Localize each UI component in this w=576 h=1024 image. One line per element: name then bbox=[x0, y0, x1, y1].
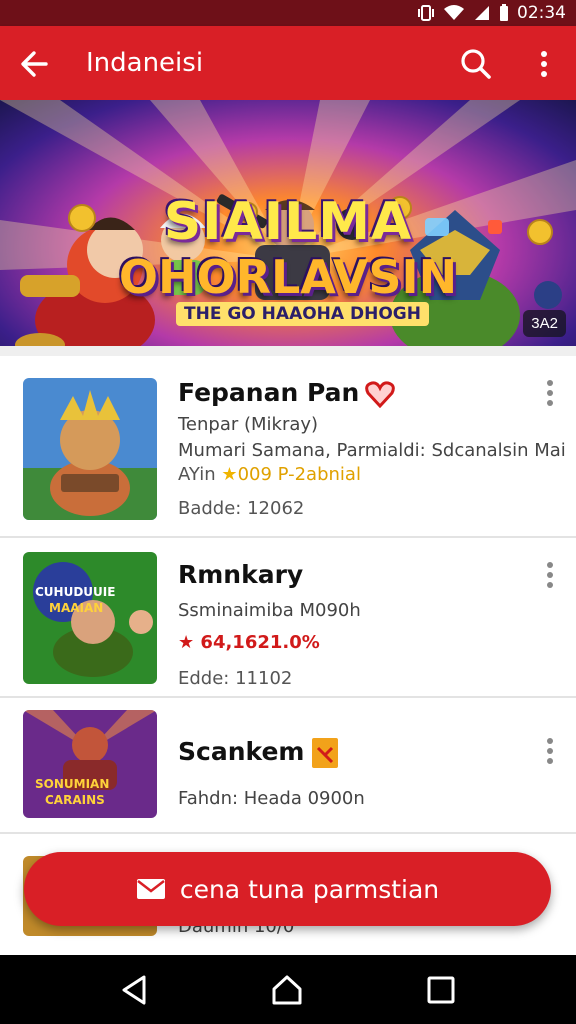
banner-title-line1: SIAILMA bbox=[163, 192, 413, 252]
price-value: 64,1621.0% bbox=[200, 632, 320, 653]
item-title-text: Scankem bbox=[178, 737, 305, 766]
contact-button[interactable]: cena tuna parmstian bbox=[24, 852, 551, 926]
item-size: Badde: 12062 bbox=[178, 498, 305, 519]
contact-button-label: cena tuna parmstian bbox=[179, 874, 440, 904]
app-bar: Indaneisi bbox=[0, 26, 576, 100]
heart-badge-icon bbox=[365, 381, 396, 408]
tiger-thumbnail-art bbox=[23, 378, 157, 520]
app-bar-title: Indaneisi bbox=[86, 48, 204, 78]
thumb-text: CUHUDUUIE bbox=[35, 585, 115, 599]
item-price: ★ 64,1621.0% bbox=[178, 632, 320, 653]
status-icons: 02:34 bbox=[417, 3, 566, 23]
item-thumbnail: CUHUDUUIE MAAIAN bbox=[23, 552, 157, 684]
item-thumbnail: SONUMIAN CARAINS bbox=[23, 710, 157, 818]
item-size: Edde: 11102 bbox=[178, 668, 293, 689]
item-title: Fepanan Pan bbox=[178, 378, 396, 408]
thumb-text: MAAIAN bbox=[49, 601, 103, 615]
item-title-text: Fepanan Pan bbox=[178, 378, 360, 407]
recents-icon[interactable] bbox=[424, 973, 458, 1007]
more-vert-icon[interactable] bbox=[540, 560, 560, 590]
list-item[interactable]: CUHUDUUIE MAAIAN Rmnkary Ssminaimiba M09… bbox=[0, 538, 576, 698]
search-icon[interactable] bbox=[458, 46, 494, 82]
list-item[interactable]: SONUMIAN CARAINS Scankem Fahdn: Heada 09… bbox=[0, 698, 576, 834]
item-title: Scankem bbox=[178, 736, 340, 770]
mail-icon bbox=[136, 879, 165, 899]
promo-banner[interactable]: SIAILMA OHORLAVSIN THE GO HAAOHA DHOGH 3… bbox=[0, 100, 576, 346]
vibrate-icon bbox=[418, 5, 434, 21]
signal-icon bbox=[475, 6, 489, 20]
hero-thumbnail-art: CUHUDUUIE MAAIAN bbox=[23, 552, 157, 684]
home-icon[interactable] bbox=[270, 973, 304, 1007]
more-vert-icon[interactable] bbox=[540, 378, 560, 408]
item-rating: AYin ★009 P-2abnial bbox=[178, 464, 361, 485]
item-subtitle: Ssminaimiba M090h bbox=[178, 600, 361, 621]
price-star-icon: ★ bbox=[178, 632, 195, 653]
star-icon: ★ bbox=[221, 464, 238, 485]
item-description: Mumari Samana, Parmialdi: Sdcanalsin Mai bbox=[178, 440, 566, 461]
item-subtitle: Tenpar (Mikray) bbox=[178, 414, 319, 435]
thumb-text: CARAINS bbox=[45, 793, 105, 807]
wifi-icon bbox=[444, 5, 464, 20]
banner-title-line2: OHORLAVSIN bbox=[118, 250, 458, 304]
item-thumbnail bbox=[23, 378, 157, 520]
rating-value: 009 P-2abnial bbox=[237, 464, 361, 485]
battery-icon bbox=[500, 4, 508, 21]
status-time: 02:34 bbox=[517, 3, 566, 23]
back-triangle-icon[interactable] bbox=[118, 973, 152, 1007]
back-arrow-icon[interactable] bbox=[16, 48, 52, 80]
banner-badge: 3A2 bbox=[523, 310, 566, 337]
banner-tagline: THE GO HAAOHA DHOGH bbox=[176, 302, 429, 326]
item-title: Rmnkary bbox=[178, 560, 304, 589]
rating-prefix: AYin bbox=[178, 464, 216, 485]
section-divider bbox=[0, 346, 576, 356]
more-vert-icon[interactable] bbox=[530, 46, 558, 82]
item-subtitle: Fahdn: Heada 0900n bbox=[178, 788, 365, 809]
warrior-thumbnail-art: SONUMIAN CARAINS bbox=[23, 710, 157, 818]
more-vert-icon[interactable] bbox=[540, 736, 560, 766]
gift-tag-icon bbox=[312, 738, 339, 768]
thumb-text: SONUMIAN bbox=[35, 777, 109, 791]
system-nav-bar bbox=[0, 955, 576, 1024]
list-item[interactable]: Fepanan Pan Tenpar (Mikray) Mumari Saman… bbox=[0, 356, 576, 538]
status-bar: 02:34 bbox=[0, 0, 576, 26]
